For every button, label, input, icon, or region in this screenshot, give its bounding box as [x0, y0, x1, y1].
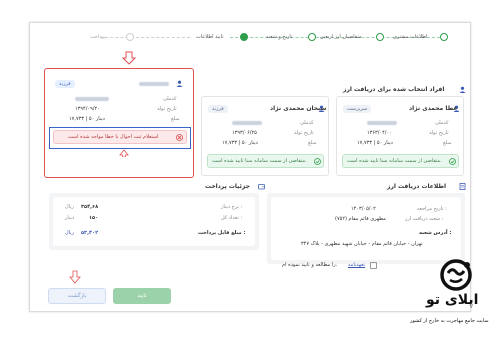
step-dot-date-branch: [308, 33, 316, 41]
count-unit: دینار: [65, 215, 75, 221]
brand-name: اپلای تو: [426, 292, 479, 308]
birthdate-value: ۱۳۶۳/۰۴/۰۰: [367, 130, 392, 136]
watermark-logo: اپلای تو سایت جامع مهاجرت به خارج از کشو…: [408, 258, 500, 337]
role-badge: فرزند: [208, 105, 228, 113]
field-label-birthdate: تاریخ تولد: [294, 130, 314, 136]
status-ok-box: متقاضی از سمت سامانه سنا تایید شده است.: [342, 154, 459, 168]
check-circle-icon: [449, 158, 456, 165]
receive-info-box: تاریخ مراجعه : ۱۴۰۳/۰۵/۰۲ شعبه دریافت ار…: [267, 193, 465, 264]
field-label-amount: مبلغ: [308, 140, 317, 146]
step-dot-applicants: [376, 33, 384, 41]
field-label-birthdate: تاریخ تولد: [157, 106, 177, 112]
count-label: تعداد کل :: [221, 215, 243, 221]
total-unit: ریال: [65, 230, 74, 236]
payment-inner: نرخ دینار : ۳۵۴,۶۸ ریال تعداد کل : ۱۵۰ د…: [53, 197, 255, 246]
step-label-confirm: تایید اطلاعات: [196, 34, 224, 40]
people-icon: [459, 86, 466, 93]
step-label-customer: اطلاعات مشتری: [393, 34, 428, 40]
address-value: تهران - خیابان قائم مقام - خیابان شهید م…: [301, 241, 423, 247]
visit-date-value: ۱۴۰۳/۰۵/۰۲: [351, 206, 376, 212]
payment-title: جزئیات پرداخت: [205, 183, 250, 190]
app-frame: اطلاعات مشتری متقاضیان ارز اربعین تاریخ …: [29, 22, 471, 312]
step-label-date-branch: تاریخ و شعبه: [266, 34, 293, 40]
field-label-national-id: کدملی: [435, 120, 449, 126]
birthdate-value: ۱۳۹۳/۰۶/۲۵: [232, 130, 257, 136]
document-icon: [459, 183, 466, 190]
step-dot-confirm: [240, 33, 248, 41]
agreement-link[interactable]: تعهدنامه: [348, 263, 365, 268]
national-id-redacted: [367, 121, 397, 125]
step-label-payment: پرداخت: [90, 34, 106, 40]
payment-box: نرخ دینار : ۳۵۴,۶۸ ریال تعداد کل : ۱۵۰ د…: [49, 193, 259, 250]
applicant-card-1: عطا محمدی نژاد سرپرست کدملی تاریخ تولد ۱…: [336, 96, 464, 176]
annotation-arrow-up-icon: [119, 149, 129, 157]
annotation-arrow-down-icon: [69, 270, 81, 284]
user-icon: [176, 80, 183, 87]
stepper-line-pending: [100, 37, 190, 39]
check-circle-icon: [314, 158, 321, 165]
field-label-amount: مبلغ: [443, 140, 452, 146]
applicant-card-2: سبحان محمدی نژاد فرزند کدملی تاریخ تولد …: [201, 96, 329, 176]
national-id-redacted: [232, 121, 262, 125]
address-label: آدرس شعبه :: [419, 230, 452, 236]
national-id-redacted: [75, 97, 109, 101]
receive-info-title: اطلاعات دریافت ارز: [387, 183, 447, 190]
agreement-text: را مطالعه و تایید نموده ام.: [282, 262, 338, 268]
receive-info-inner: تاریخ مراجعه : ۱۴۰۳/۰۵/۰۲ شعبه دریافت ار…: [271, 197, 461, 260]
applicant-name: سبحان محمدی نژاد: [270, 105, 327, 112]
birthdate-value: ۱۳۹۴/۰۹/۲۰: [75, 106, 100, 112]
brand-logo-icon: [440, 259, 472, 291]
step-dot-customer: [440, 33, 448, 41]
branch-label: شعبه دریافت ارز :: [405, 216, 444, 222]
wallet-icon: [258, 184, 265, 190]
status-ok-box: متقاضی از سمت سامانه سنا تایید شده است.: [207, 154, 324, 168]
field-label-birthdate: تاریخ تولد: [429, 130, 449, 136]
rate-unit: ریال: [65, 204, 74, 210]
total-value: ۵۳,۴۰۲: [81, 230, 99, 236]
amount-value: ۱۷,۷۳۳ | ۵۰ دینار: [357, 140, 393, 146]
step-label-applicants: متقاضیان ارز اربعین: [320, 34, 362, 40]
status-text: متقاضی از سمت سامانه سنا تایید شده است.: [212, 158, 307, 164]
field-label-national-id: کدملی: [163, 96, 177, 102]
agreement-checkbox[interactable]: [370, 262, 377, 269]
selected-section-title: افراد انتخاب شده برای دریافت ارز: [343, 86, 445, 93]
rate-value: ۳۵۴,۶۸: [81, 204, 99, 210]
applicant-card-3: فرزند کدملی تاریخ تولد ۱۳۹۴/۰۹/۲۰ مبلغ ۱…: [44, 68, 194, 178]
field-label-amount: مبلغ: [171, 116, 180, 122]
rate-label: نرخ دینار :: [221, 204, 243, 210]
role-badge: سرپرست: [343, 105, 372, 113]
applicant-name: عطا محمدی نژاد: [409, 105, 458, 112]
amount-value: ۱۷,۷۳۳ | ۵۰ دینار: [69, 116, 105, 122]
annotation-arrow-down-icon: [122, 51, 136, 65]
confirm-button[interactable]: تایید: [113, 288, 171, 304]
back-button[interactable]: بازگشت: [48, 288, 106, 304]
role-badge: فرزند: [55, 80, 75, 88]
annotation-highlight-box: [49, 127, 191, 149]
brand-tagline: سایت جامع مهاجرت به خارج از کشور: [410, 318, 489, 324]
total-label: مبلغ قابل پرداخت :: [198, 230, 246, 236]
amount-value: ۱۷,۷۳۳ | ۵۰ دینار: [222, 140, 258, 146]
count-value: ۱۵۰: [89, 215, 99, 221]
applicant-name-redacted: [139, 82, 169, 86]
field-label-national-id: کدملی: [300, 120, 314, 126]
step-dot-payment: [126, 33, 134, 41]
branch-value: مطهری قائم مقام (۷۵۲): [335, 216, 386, 222]
visit-date-label: تاریخ مراجعه :: [417, 206, 447, 212]
status-text: متقاضی از سمت سامانه سنا تایید شده است.: [347, 158, 442, 164]
